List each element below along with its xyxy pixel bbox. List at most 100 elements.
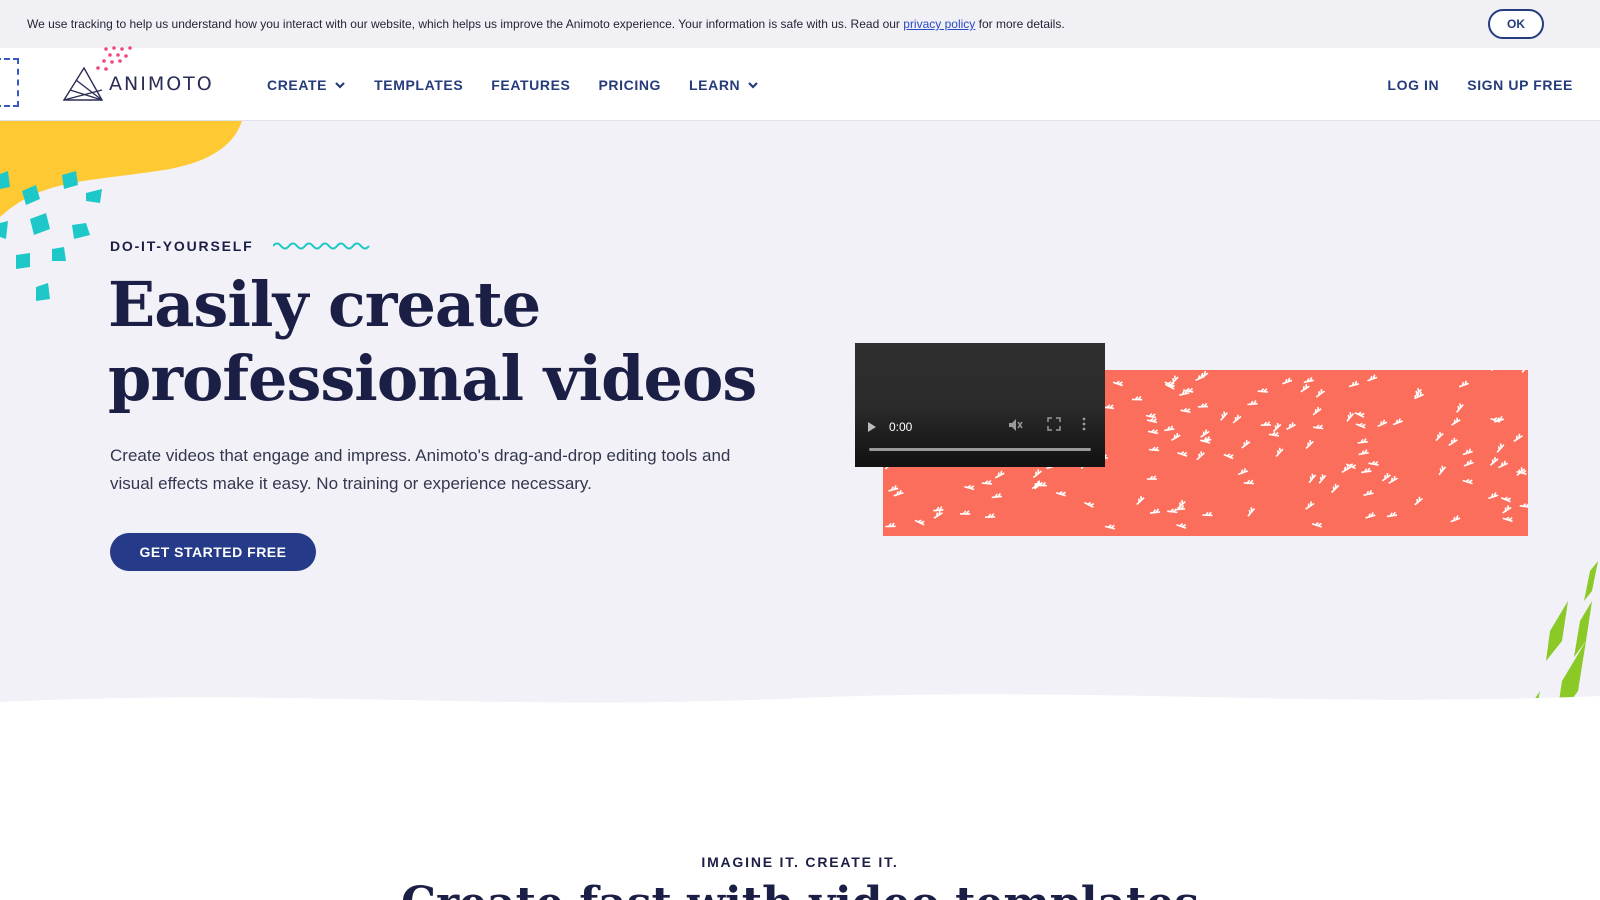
pattern-mark (1346, 412, 1355, 422)
nav-learn[interactable]: LEARN (689, 77, 759, 93)
pattern-mark (1164, 425, 1175, 432)
pattern-mark (1232, 414, 1242, 424)
pattern-mark (1438, 465, 1447, 476)
cookie-banner: We use tracking to help us understand ho… (0, 0, 1600, 48)
pattern-mark (1103, 404, 1115, 410)
pattern-mark (1237, 467, 1249, 476)
pattern-mark (933, 506, 944, 512)
pattern-mark (1177, 451, 1188, 457)
pattern-mark (1032, 469, 1042, 479)
pattern-mark (1315, 389, 1325, 398)
pattern-mark (1303, 376, 1314, 384)
more-icon[interactable] (1081, 417, 1087, 431)
pattern-mark (991, 492, 1003, 499)
hero-description: Create videos that engage and impress. A… (110, 446, 731, 493)
pattern-mark (1084, 501, 1095, 509)
pattern-mark (1176, 523, 1187, 529)
pattern-mark (914, 519, 925, 526)
pattern-mark (1149, 508, 1161, 514)
pattern-mark (1365, 512, 1376, 519)
nav-create[interactable]: CREATE (267, 77, 346, 93)
pattern-mark (1386, 511, 1398, 518)
animoto-logo[interactable]: ANIMOTO (62, 66, 214, 102)
pattern-mark (1305, 439, 1314, 450)
get-started-button[interactable]: GET STARTED FREE (110, 533, 316, 571)
pattern-mark (1318, 474, 1327, 484)
video-controls: 0:00 (867, 417, 1091, 437)
pattern-mark (1311, 522, 1323, 528)
play-icon[interactable] (867, 421, 877, 433)
pattern-mark (1357, 438, 1368, 444)
pattern-mark (1286, 422, 1296, 431)
section-wave-divider (0, 694, 1600, 730)
section-headline: Create fast with video templates (0, 878, 1600, 900)
pattern-mark (1451, 417, 1461, 426)
pattern-mark (1275, 447, 1284, 458)
video-progress-bar[interactable] (869, 448, 1091, 451)
pattern-mark (1488, 492, 1499, 500)
pattern-mark (1241, 439, 1251, 449)
pattern-mark (1171, 432, 1181, 441)
nav-pricing[interactable]: PRICING (598, 77, 661, 93)
pattern-mark (1308, 473, 1317, 484)
nav-templates[interactable]: TEMPLATES (374, 77, 463, 93)
pattern-mark (1300, 384, 1310, 393)
pattern-mark (1361, 467, 1372, 474)
pattern-mark (1312, 424, 1324, 430)
pattern-mark (1358, 449, 1369, 456)
pattern-mark (1377, 419, 1388, 428)
pattern-mark (1312, 406, 1322, 416)
pattern-mark (1414, 496, 1424, 506)
pattern-mark (1131, 395, 1143, 401)
pattern-mark (1519, 503, 1528, 509)
pattern-mark (1450, 515, 1461, 523)
pattern-mark (959, 510, 971, 515)
pattern-mark (1502, 516, 1513, 523)
pattern-mark (1455, 403, 1464, 413)
mute-icon[interactable] (1007, 417, 1023, 433)
section-eyebrow: IMAGINE IT. CREATE IT. (701, 854, 899, 870)
pattern-mark (1521, 370, 1528, 373)
pattern-mark (1146, 475, 1158, 481)
pattern-mark (1367, 374, 1378, 382)
brand-name: ANIMOTO (109, 73, 214, 95)
video-player[interactable]: 0:00 (855, 343, 1105, 467)
pattern-mark (1148, 446, 1160, 452)
privacy-policy-link[interactable]: privacy policy (903, 17, 975, 31)
primary-nav: CREATE TEMPLATES FEATURES PRICING LEARN (267, 48, 787, 121)
pattern-mark (1112, 380, 1123, 387)
pattern-mark (1435, 431, 1444, 442)
pattern-mark (1145, 413, 1157, 419)
pattern-mark (1368, 460, 1379, 466)
pattern-mark (1490, 417, 1501, 423)
pattern-mark (1489, 457, 1499, 466)
pattern-mark (1257, 388, 1268, 393)
site-header: ANIMOTO CREATE TEMPLATES FEATURES PRICIN… (0, 46, 1600, 121)
cookie-text: We use tracking to help us understand ho… (27, 17, 1065, 31)
fullscreen-icon[interactable] (1047, 417, 1061, 431)
pattern-mark (1147, 429, 1159, 435)
pattern-mark (994, 470, 1005, 479)
pattern-mark (1282, 377, 1293, 385)
pattern-mark (893, 489, 904, 497)
pattern-mark (1104, 524, 1116, 530)
signup-link[interactable]: SIGN UP FREE (1467, 77, 1573, 93)
pattern-mark (1498, 460, 1509, 469)
pattern-mark (1180, 407, 1191, 414)
pattern-mark (1381, 473, 1391, 482)
chevron-down-icon (748, 81, 759, 89)
cookie-ok-button[interactable]: OK (1488, 9, 1544, 39)
pattern-mark (1463, 459, 1474, 467)
login-link[interactable]: LOG IN (1387, 77, 1439, 93)
pattern-mark (1392, 418, 1403, 426)
pattern-mark (1502, 505, 1512, 514)
pattern-mark (1136, 496, 1145, 506)
pattern-mark (1496, 443, 1505, 453)
teal-strokes-decoration (0, 171, 102, 301)
wave-icon (273, 242, 371, 250)
account-nav: LOG IN SIGN UP FREE (1359, 48, 1573, 121)
hero-eyebrow: DO-IT-YOURSELF (110, 238, 373, 254)
pattern-mark (1055, 490, 1066, 497)
nav-features[interactable]: FEATURES (491, 77, 570, 93)
pattern-mark (1462, 478, 1473, 485)
